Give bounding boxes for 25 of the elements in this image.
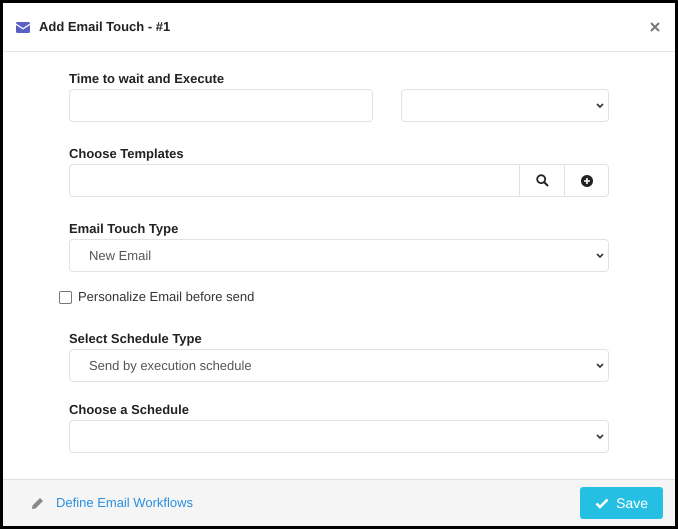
checkbox-label: Personalize Email before send — [78, 288, 254, 306]
select-field[interactable]: Send by execution schedule — [69, 349, 609, 382]
chevron-down-icon — [596, 362, 604, 368]
input-field[interactable] — [69, 89, 373, 122]
search-icon — [536, 174, 548, 187]
close-button[interactable] — [648, 20, 662, 34]
field-label: Email Touch Type — [69, 220, 180, 238]
chevron-down-icon — [596, 102, 604, 108]
select-field[interactable]: New Email — [69, 239, 609, 272]
check-icon — [595, 498, 610, 508]
select-field[interactable] — [401, 89, 609, 122]
field-label: Choose Templates — [69, 145, 185, 163]
template-field[interactable] — [69, 164, 609, 197]
chevron-down-icon — [596, 252, 604, 258]
dialog-title: Add Email Touch - #1 — [39, 18, 170, 36]
envelope-icon — [16, 22, 30, 32]
checkbox[interactable] — [59, 290, 72, 304]
field-label: Time to wait and Execute — [69, 70, 226, 88]
chevron-down-icon — [596, 434, 604, 440]
field-label: Select Schedule Type — [69, 330, 203, 348]
pencil-icon — [31, 496, 44, 510]
plus-circle-icon — [580, 174, 592, 186]
field-label: Choose a Schedule — [69, 401, 190, 419]
select-field[interactable] — [69, 420, 609, 453]
close-icon — [650, 22, 660, 32]
